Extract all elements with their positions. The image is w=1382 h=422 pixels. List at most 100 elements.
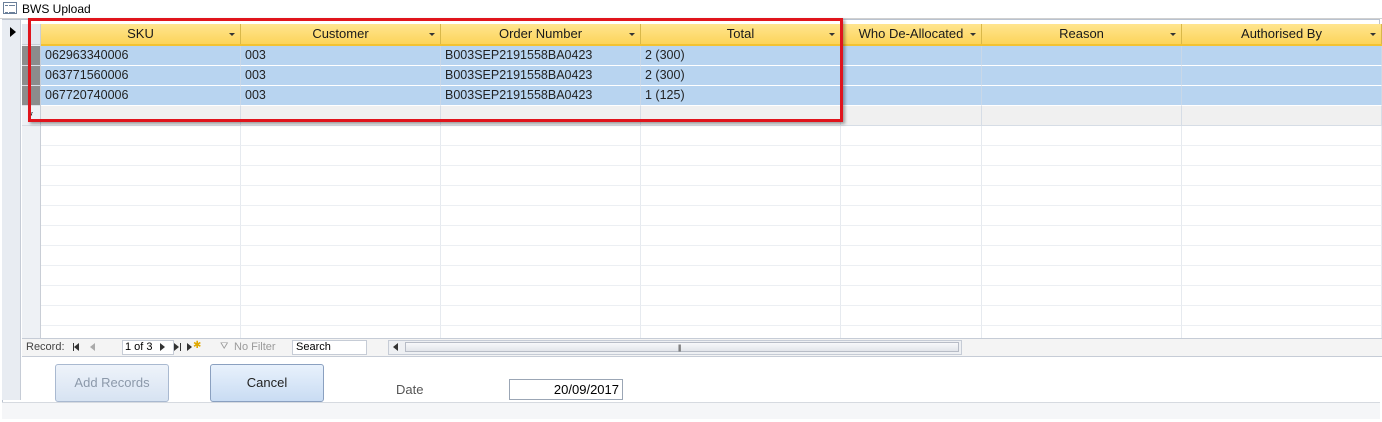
column-header[interactable]: Authorised By [1182,24,1382,44]
column-header[interactable]: Reason [982,24,1182,44]
table-cell[interactable] [1182,166,1382,186]
table-cell[interactable] [982,306,1182,326]
table-cell[interactable] [1182,146,1382,166]
table-cell[interactable] [982,286,1182,306]
table-cell[interactable] [841,126,982,146]
table-cell[interactable] [841,306,982,326]
table-cell[interactable] [641,166,841,186]
table-cell[interactable] [241,266,441,286]
table-cell[interactable] [982,206,1182,226]
table-cell[interactable] [241,226,441,246]
table-cell[interactable] [982,246,1182,266]
first-record-icon[interactable] [72,341,84,353]
search-input[interactable]: Search [292,340,367,355]
table-cell[interactable] [241,306,441,326]
table-cell[interactable] [41,226,241,246]
table-cell[interactable] [41,126,241,146]
last-record-icon[interactable] [172,341,184,353]
table-cell[interactable] [41,286,241,306]
column-filter-dropdown-icon[interactable] [1170,33,1176,36]
table-cell[interactable] [982,126,1182,146]
table-cell[interactable] [641,226,841,246]
table-cell[interactable] [1182,266,1382,286]
date-field[interactable]: 20/09/2017 [509,379,623,400]
empty-row[interactable] [41,226,1382,246]
table-cell[interactable] [441,226,641,246]
table-cell[interactable] [982,166,1182,186]
empty-row[interactable] [41,286,1382,306]
table-cell[interactable] [441,286,641,306]
table-cell[interactable] [641,246,841,266]
table-cell[interactable] [641,286,841,306]
table-cell[interactable] [441,126,641,146]
table-cell[interactable] [441,246,641,266]
table-cell[interactable] [641,266,841,286]
cancel-button[interactable]: Cancel [210,364,324,402]
table-cell[interactable] [241,146,441,166]
table-cell[interactable] [841,86,982,106]
empty-row[interactable] [41,166,1382,186]
table-cell[interactable] [241,186,441,206]
empty-row[interactable] [41,306,1382,326]
table-cell[interactable] [241,166,441,186]
table-cell[interactable] [1182,246,1382,266]
table-cell[interactable] [841,166,982,186]
table-cell[interactable] [241,286,441,306]
empty-row[interactable] [41,146,1382,166]
table-cell[interactable] [841,286,982,306]
column-filter-dropdown-icon[interactable] [1370,33,1376,36]
table-cell[interactable] [41,166,241,186]
table-cell[interactable] [1182,226,1382,246]
table-cell[interactable] [41,266,241,286]
table-cell[interactable] [841,106,982,126]
table-cell[interactable] [41,246,241,266]
next-record-icon[interactable] [158,341,170,353]
table-cell[interactable] [1182,106,1382,126]
table-cell[interactable] [841,46,982,66]
table-cell[interactable] [982,86,1182,106]
table-cell[interactable] [982,186,1182,206]
empty-row[interactable] [41,186,1382,206]
table-cell[interactable] [1182,86,1382,106]
table-cell[interactable] [441,306,641,326]
add-records-button[interactable]: Add Records [55,364,169,402]
table-cell[interactable] [982,106,1182,126]
table-cell[interactable] [982,226,1182,246]
table-cell[interactable] [841,206,982,226]
table-cell[interactable] [1182,186,1382,206]
column-header[interactable]: Who De-Allocated [841,24,982,44]
table-cell[interactable] [441,166,641,186]
table-cell[interactable] [641,306,841,326]
table-cell[interactable] [982,146,1182,166]
table-cell[interactable] [1182,286,1382,306]
form-record-selector[interactable] [2,20,21,400]
table-cell[interactable] [641,146,841,166]
empty-row[interactable] [41,266,1382,286]
table-cell[interactable] [1182,46,1382,66]
table-cell[interactable] [41,186,241,206]
no-filter-button[interactable]: No Filter [234,341,276,353]
table-cell[interactable] [1182,66,1382,86]
scroll-left-icon[interactable] [393,343,398,351]
table-cell[interactable] [982,66,1182,86]
table-cell[interactable] [641,206,841,226]
table-cell[interactable] [41,306,241,326]
table-cell[interactable] [982,266,1182,286]
table-cell[interactable] [841,246,982,266]
table-cell[interactable] [441,206,641,226]
table-cell[interactable] [641,126,841,146]
table-cell[interactable] [41,206,241,226]
column-filter-dropdown-icon[interactable] [970,33,976,36]
table-cell[interactable] [241,246,441,266]
empty-row[interactable] [41,246,1382,266]
table-cell[interactable] [241,126,441,146]
table-cell[interactable] [241,206,441,226]
table-cell[interactable] [841,146,982,166]
table-cell[interactable] [1182,306,1382,326]
table-cell[interactable] [841,66,982,86]
scroll-thumb[interactable]: ||| [405,342,959,352]
new-record-icon[interactable]: ✱ [186,340,201,353]
table-cell[interactable] [441,186,641,206]
table-cell[interactable] [841,226,982,246]
table-cell[interactable] [841,266,982,286]
